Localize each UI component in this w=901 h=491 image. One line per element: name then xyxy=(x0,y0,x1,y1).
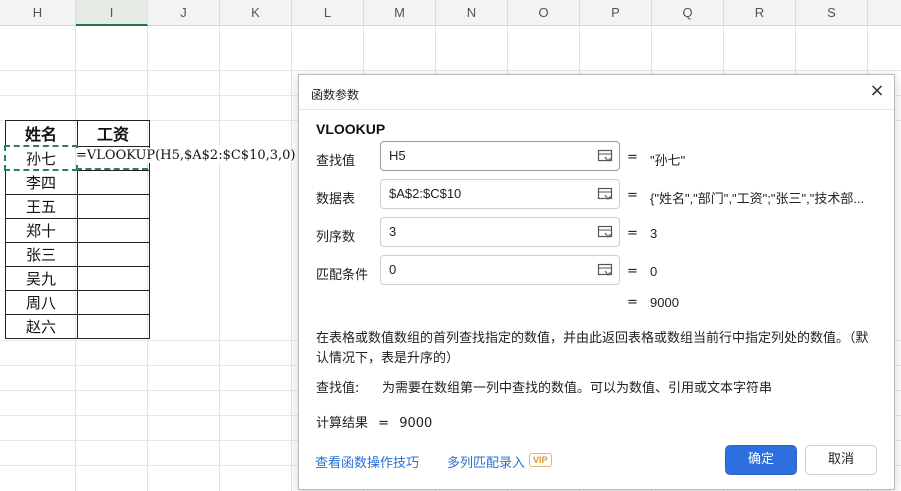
cancel-button[interactable]: 取消 xyxy=(805,445,877,475)
range-lookup-text: 0 xyxy=(389,262,397,277)
range-select-icon[interactable] xyxy=(597,224,613,240)
ok-button[interactable]: 确定 xyxy=(725,445,797,475)
salary-cell[interactable] xyxy=(76,313,150,339)
equals-sign: = xyxy=(627,295,638,310)
close-icon[interactable]: × xyxy=(866,81,888,103)
salary-cell[interactable] xyxy=(76,193,150,219)
param-name: 查找值: xyxy=(316,381,360,396)
vip-badge: VIP xyxy=(529,453,552,467)
name-cell[interactable]: 赵六 xyxy=(4,313,78,339)
cell-formula-text[interactable]: =VLOOKUP(H5,$A$2:$C$10,3,0) xyxy=(76,148,300,163)
lookup-value-input[interactable]: H5 xyxy=(380,141,620,171)
arg-result-col-index: 3 xyxy=(650,226,658,241)
arg-result-lookup-value: "孙七" xyxy=(650,153,686,168)
function-description: 在表格或数值数组的首列查找指定的数值，并由此返回表格或数组当前行中指定列处的数值… xyxy=(316,331,869,366)
range-lookup-input[interactable]: 0 xyxy=(380,255,620,285)
name-cell[interactable]: 李四 xyxy=(4,169,78,195)
column-header-h[interactable]: H xyxy=(0,0,76,26)
name-cell[interactable]: 孙七 xyxy=(4,145,78,171)
param-help: 为需要在数组第一列中查找的数值。可以为数值、引用或文本字符串 xyxy=(382,381,773,396)
arg-result-table-array: {"姓名","部门","工资";"张三","技术部... xyxy=(650,191,865,206)
table-array-text: $A$2:$C$10 xyxy=(389,186,462,201)
salary-cell[interactable] xyxy=(76,241,150,267)
col-index-input[interactable]: 3 xyxy=(380,217,620,247)
dialog-title: 函数参数 xyxy=(311,88,360,102)
column-header-bar: H I J K L M N O P Q R S xyxy=(0,0,901,26)
equals-sign: = xyxy=(627,150,638,165)
function-tips-link[interactable]: 查看函数操作技巧 xyxy=(315,452,419,471)
column-header-i[interactable]: I xyxy=(76,0,148,26)
name-cell[interactable]: 郑十 xyxy=(4,217,78,243)
name-cell[interactable]: 吴九 xyxy=(4,265,78,291)
function-arguments-dialog: 函数参数 × VLOOKUP 查找值 H5 = "孙七" 数据表 $A$2:$C… xyxy=(298,74,895,490)
name-cell[interactable]: 王五 xyxy=(4,193,78,219)
name-cell[interactable]: 张三 xyxy=(4,241,78,267)
calc-result-value: 9000 xyxy=(399,416,433,431)
range-select-icon[interactable] xyxy=(597,186,613,202)
multi-column-match-link[interactable]: 多列匹配录入 xyxy=(447,452,525,471)
column-header-n[interactable]: N xyxy=(436,0,508,26)
header-cell-salary[interactable]: 工资 xyxy=(76,120,150,147)
column-header-j[interactable]: J xyxy=(148,0,220,26)
salary-cell[interactable] xyxy=(76,169,150,195)
equals-sign: = xyxy=(627,226,638,241)
column-header-l[interactable]: L xyxy=(292,0,364,26)
salary-cell[interactable] xyxy=(76,289,150,315)
range-select-icon[interactable] xyxy=(597,262,613,278)
arg-label-lookup-value: 查找值 xyxy=(316,154,356,169)
arg-result-range-lookup: 0 xyxy=(650,264,658,279)
col-index-text: 3 xyxy=(389,224,397,239)
arg-label-col-index: 列序数 xyxy=(316,230,356,245)
column-header-r[interactable]: R xyxy=(724,0,796,26)
column-header-q[interactable]: Q xyxy=(652,0,724,26)
active-cell-marker xyxy=(76,168,148,170)
salary-cell[interactable] xyxy=(76,265,150,291)
column-header-s[interactable]: S xyxy=(796,0,868,26)
column-header-m[interactable]: M xyxy=(364,0,436,26)
salary-cell[interactable] xyxy=(76,217,150,243)
formula-result-value: 9000 xyxy=(650,295,679,310)
equals-sign: = xyxy=(627,264,638,279)
param-description: 查找值: 为需要在数组第一列中查找的数值。可以为数值、引用或文本字符串 xyxy=(316,377,772,396)
equals-sign: = xyxy=(627,188,638,203)
lookup-value-text: H5 xyxy=(389,148,406,163)
name-cell[interactable]: 周八 xyxy=(4,289,78,315)
header-cell-name[interactable]: 姓名 xyxy=(4,120,78,147)
function-name: VLOOKUP xyxy=(316,121,386,137)
range-select-icon[interactable] xyxy=(597,148,613,164)
column-header-o[interactable]: O xyxy=(508,0,580,26)
column-header-p[interactable]: P xyxy=(580,0,652,26)
arg-label-table-array: 数据表 xyxy=(316,192,356,207)
title-divider xyxy=(299,109,894,110)
calc-result: 计算结果 = 9000 xyxy=(316,412,432,431)
column-header-k[interactable]: K xyxy=(220,0,292,26)
calc-result-label: 计算结果 xyxy=(316,416,369,431)
table-array-input[interactable]: $A$2:$C$10 xyxy=(380,179,620,209)
equals-sign: = xyxy=(378,416,390,431)
arg-label-range-lookup: 匹配条件 xyxy=(316,268,369,283)
